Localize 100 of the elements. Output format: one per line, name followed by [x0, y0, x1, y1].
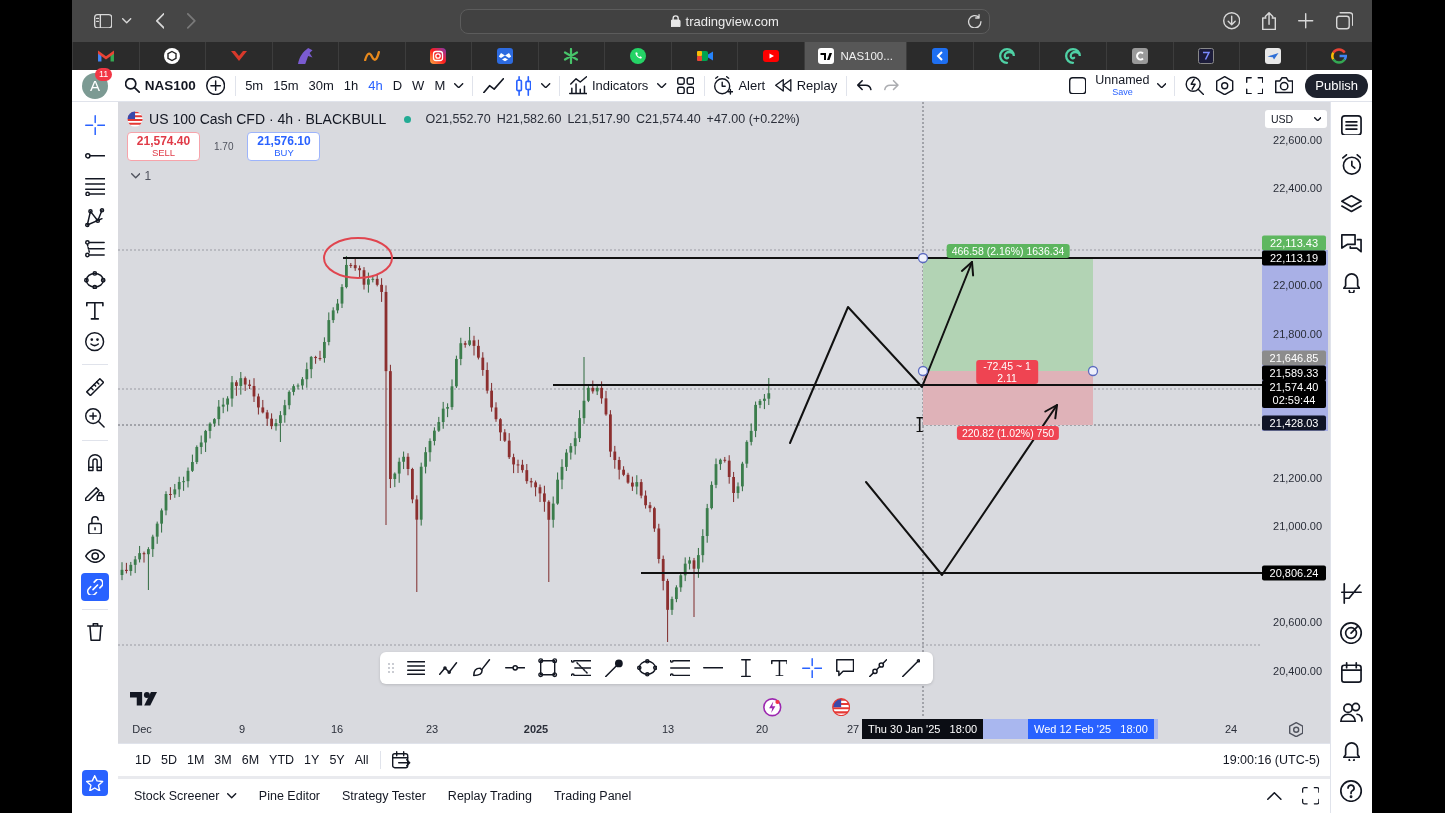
price-label: 22,113.43	[1262, 235, 1326, 251]
stop-label: 220.82 (1.02%) 750	[956, 426, 1060, 440]
alert-button[interactable]: Alert	[709, 71, 771, 100]
crosshair-icon	[84, 114, 106, 136]
range-button[interactable]: 1Y	[299, 748, 325, 772]
symbol-search-button[interactable]: NAS100	[121, 71, 200, 100]
people-icon	[1340, 701, 1363, 723]
price-tick: 22,000.00	[1272, 279, 1322, 291]
chevron-icon	[230, 51, 247, 61]
sidebar-icon	[94, 13, 113, 29]
speech-bubble-icon	[835, 659, 855, 677]
caret-icon	[1313, 116, 1321, 122]
trend-icon	[1341, 583, 1362, 604]
pattern-icon	[85, 208, 105, 228]
caret-icon	[454, 82, 464, 89]
caret-icon	[657, 82, 667, 89]
range-button[interactable]: 5Y	[324, 748, 350, 772]
range-button[interactable]: YTD	[264, 748, 300, 772]
drag-handle[interactable]	[917, 252, 929, 264]
price-tick: 20,400.00	[1272, 665, 1322, 677]
interval-button[interactable]: 15m	[268, 71, 304, 100]
drag-handle[interactable]	[1087, 365, 1099, 377]
currency-dropdown[interactable]: USD	[1265, 110, 1327, 128]
url-text: tradingview.com	[685, 13, 779, 29]
plus-icon	[1298, 13, 1314, 29]
drag-handle[interactable]	[917, 365, 929, 377]
risk-reward-label: -72.45 ~ 1 2.11	[976, 360, 1038, 384]
symbol-title: US 100 Cash CFD · 4h · BLACKBULL	[149, 111, 387, 128]
text-tool-icon	[770, 659, 788, 677]
crosshair-time-label: Thu 30 Jan '25 18:00	[862, 719, 984, 739]
range-button[interactable]: All	[349, 748, 374, 772]
time-tick: 27	[846, 723, 860, 735]
indicators-button[interactable]: Indicators	[563, 71, 654, 100]
asterisk-icon	[563, 48, 580, 64]
time-tick: Dec	[132, 723, 152, 735]
search-icon	[125, 78, 140, 93]
smiley-icon	[85, 332, 105, 352]
price-label: 21,589.33	[1262, 365, 1326, 381]
panel-tab[interactable]: Pine Editor	[252, 782, 326, 810]
time-tick: 9	[238, 723, 246, 735]
interval-button[interactable]: 4h	[363, 71, 388, 100]
alarm-clock-icon	[1341, 154, 1362, 175]
sell-button[interactable]: 21,574.40 SELL	[127, 132, 200, 161]
lightning-icon	[763, 698, 782, 717]
buy-button[interactable]: 21,576.10 BUY	[247, 132, 321, 161]
timezone-button[interactable]: 19:00:16 (UTC-5)	[1220, 753, 1322, 767]
interval-button[interactable]: D	[387, 71, 408, 100]
range-button[interactable]: 1D	[130, 748, 156, 772]
square-icon	[1068, 76, 1087, 95]
unlock-icon	[87, 515, 103, 535]
axis-settings-button[interactable]	[1289, 722, 1304, 738]
browser-tab[interactable]: NAS100...	[803, 42, 907, 70]
range-button[interactable]: 1M	[181, 748, 210, 772]
spiral-icon	[998, 48, 1015, 64]
range-button[interactable]: 3M	[209, 748, 237, 772]
box-icon	[496, 48, 513, 64]
envelope-icon	[97, 50, 114, 62]
ohlc-value: O21,552.70	[425, 112, 491, 127]
plus-circle-icon	[205, 75, 226, 96]
settings-icon	[1289, 722, 1304, 738]
interval-button[interactable]: 5m	[240, 71, 269, 100]
layout-name-button[interactable]: Unnamed Save	[1092, 71, 1153, 100]
indicators-icon	[568, 76, 587, 95]
panel-tab[interactable]: Strategy Tester	[336, 782, 432, 810]
panel-tab[interactable]: Trading Panel	[547, 782, 638, 810]
price-tick: 22,400.00	[1272, 182, 1322, 194]
range-button[interactable]: 6M	[236, 748, 265, 772]
calendar-icon	[1341, 662, 1362, 683]
lines-icon	[406, 660, 426, 676]
ohlc-value: +47.00 (+0.22%)	[706, 112, 800, 127]
price-tick: 21,000.00	[1272, 520, 1322, 532]
phone-icon	[630, 48, 646, 64]
target-icon	[1340, 621, 1363, 645]
caret-up-icon	[1266, 791, 1282, 801]
price-label: 21,428.03	[1262, 415, 1326, 431]
link-icon	[86, 578, 104, 596]
watchlist-star-button[interactable]	[82, 770, 108, 796]
interval-button[interactable]: W	[407, 71, 430, 100]
interval-button[interactable]: M	[429, 71, 451, 100]
crosshair-icon	[801, 657, 823, 679]
ring-icon	[1331, 48, 1348, 64]
address-field[interactable]: tradingview.com	[460, 8, 990, 34]
time-tick: 23	[425, 723, 439, 735]
panel-tab[interactable]: Replay Trading	[441, 782, 538, 810]
caret-icon	[1156, 82, 1166, 89]
trash-icon	[86, 623, 104, 641]
indicators-toggle[interactable]: 1	[131, 169, 152, 183]
logo-icon	[130, 692, 157, 706]
interval-button[interactable]: 1h	[338, 71, 364, 100]
panel-tab[interactable]: Stock Screener	[128, 782, 243, 810]
publish-button[interactable]: Publish	[1305, 73, 1368, 98]
replay-button[interactable]: Replay	[770, 71, 843, 100]
calendar-arrow-icon	[391, 751, 411, 769]
interval-button[interactable]: 30m	[303, 71, 339, 100]
trend-line-icon	[84, 153, 106, 159]
layers-icon	[1341, 195, 1362, 213]
range-button[interactable]: 5D	[156, 748, 182, 772]
quick-search-icon	[1184, 75, 1205, 96]
cursor-icon	[916, 417, 924, 433]
sync-toggle[interactable]	[81, 573, 109, 601]
